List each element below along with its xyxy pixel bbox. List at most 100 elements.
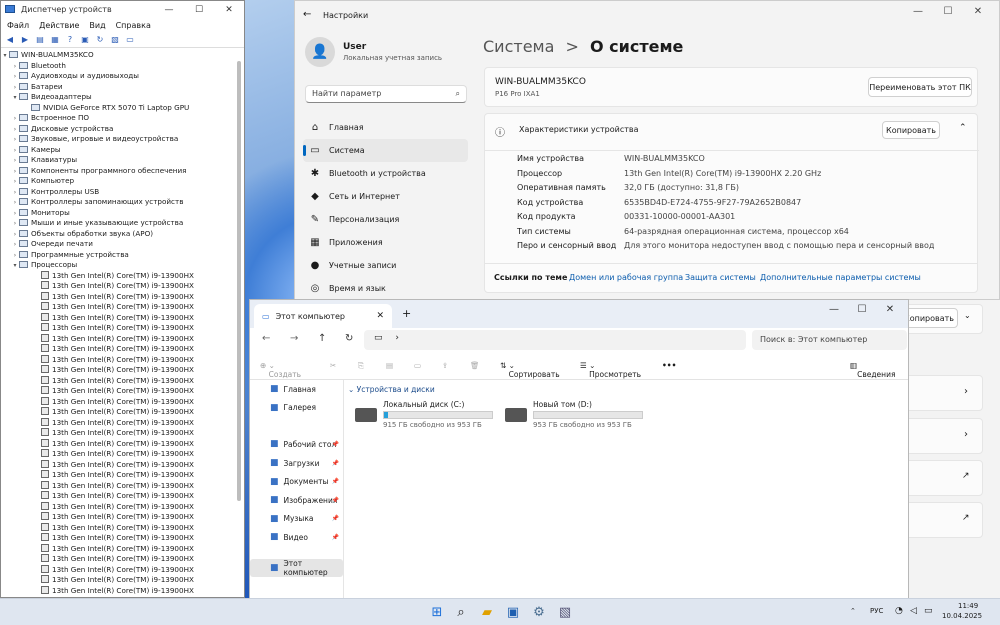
processor-item[interactable]: 13th Gen Intel(R) Core(TM) i9-13900HX xyxy=(1,533,236,544)
scan-icon[interactable]: ▧ xyxy=(109,34,121,45)
tree-category[interactable]: › Компоненты программного обеспечения xyxy=(1,166,236,177)
sort-button[interactable]: ⇅ Сортировать ⌄ xyxy=(500,361,560,379)
menu-action[interactable]: Действие xyxy=(39,21,79,30)
paste-icon[interactable]: ▤ xyxy=(386,361,393,370)
explorer-search-input[interactable]: Поиск в: Этот компьютер xyxy=(752,330,907,350)
tree-category[interactable]: ▾ Процессоры xyxy=(1,260,236,271)
processor-item[interactable]: 13th Gen Intel(R) Core(TM) i9-13900HX xyxy=(1,480,236,492)
chevron-down-icon[interactable]: ⌄ xyxy=(964,311,971,320)
tree-category[interactable]: › Дисковые устройства xyxy=(1,124,236,135)
minimize-button[interactable]: — xyxy=(820,300,848,318)
processor-item[interactable]: 13th Gen Intel(R) Core(TM) i9-13900HX xyxy=(1,501,236,513)
view-button[interactable]: ☰ Просмотреть ⌄ xyxy=(580,361,641,379)
more-button[interactable]: ••• xyxy=(662,361,676,370)
nav-item-3[interactable]: ◆ Сеть и Интернет xyxy=(303,185,468,208)
tree-category[interactable]: › Компьютер xyxy=(1,176,236,187)
forward-icon[interactable]: ▶ xyxy=(19,34,31,45)
processor-item[interactable]: 13th Gen Intel(R) Core(TM) i9-13900HX xyxy=(1,270,236,282)
processor-item[interactable]: 13th Gen Intel(R) Core(TM) i9-13900HX xyxy=(1,407,236,418)
help-icon[interactable]: ? xyxy=(64,34,76,45)
menu-view[interactable]: Вид xyxy=(89,21,105,30)
properties-icon[interactable]: ▤ xyxy=(34,34,46,45)
tree-category[interactable]: › Bluetooth xyxy=(1,61,236,72)
minimize-button[interactable]: — xyxy=(154,1,184,18)
link-system-protection[interactable]: Защита системы xyxy=(685,273,756,282)
nav-item-6[interactable]: ● Учетные записи xyxy=(303,254,468,277)
tree-category[interactable]: › Программные устройства xyxy=(1,250,236,261)
battery-icon[interactable]: ▭ xyxy=(924,606,933,616)
chevron-up-icon[interactable]: ⌃ xyxy=(959,123,967,133)
address-input[interactable]: ▭ › xyxy=(364,330,746,350)
maximize-button[interactable]: ☐ xyxy=(848,300,876,318)
close-button[interactable]: ✕ xyxy=(963,1,993,21)
copy-specs-button[interactable]: Копировать xyxy=(882,121,940,139)
sidebar-item[interactable]: ■ Изображения 📌 xyxy=(250,491,343,510)
details-icon[interactable]: ▣ xyxy=(79,34,91,45)
back-icon[interactable]: ◀ xyxy=(4,34,16,45)
processor-item[interactable]: 13th Gen Intel(R) Core(TM) i9-13900HX xyxy=(1,386,236,397)
search-icon[interactable]: ⌕ xyxy=(452,603,470,621)
drive-item[interactable]: Новый том (D:) 953 ГБ свободно из 953 ГБ xyxy=(505,400,643,429)
external-link-icon[interactable]: ↗ xyxy=(962,471,970,481)
sidebar-item[interactable]: ■ Галерея xyxy=(250,399,343,418)
link-advanced-settings[interactable]: Дополнительные параметры системы xyxy=(760,273,921,282)
processor-item[interactable]: 13th Gen Intel(R) Core(TM) i9-13900HX xyxy=(1,512,236,523)
processor-item[interactable]: 13th Gen Intel(R) Core(TM) i9-13900HX xyxy=(1,333,236,345)
link-domain[interactable]: Домен или рабочая группа xyxy=(569,273,683,282)
sidebar-item[interactable]: ■ Загрузки 📌 xyxy=(250,454,343,473)
tree-category[interactable]: › Встроенное ПО xyxy=(1,113,236,124)
processor-item[interactable]: 13th Gen Intel(R) Core(TM) i9-13900HX xyxy=(1,459,236,471)
details-button[interactable]: ▥ Сведения xyxy=(850,361,895,379)
processor-item[interactable]: 13th Gen Intel(R) Core(TM) i9-13900HX xyxy=(1,449,236,460)
external-link-icon[interactable]: ↗ xyxy=(962,513,970,523)
close-button[interactable]: ✕ xyxy=(876,300,904,318)
create-button[interactable]: ⊕ Создать ⌄ xyxy=(260,361,301,379)
processor-item[interactable]: 13th Gen Intel(R) Core(TM) i9-13900HX xyxy=(1,312,236,324)
tree-category[interactable]: ▾ Видеоадаптеры xyxy=(1,92,236,103)
close-tab-icon[interactable]: ✕ xyxy=(376,311,384,321)
processor-item[interactable]: 13th Gen Intel(R) Core(TM) i9-13900HX xyxy=(1,491,236,502)
sidebar-item[interactable]: ■ Главная xyxy=(250,380,343,399)
user-card[interactable]: 👤 User Локальная учетная запись xyxy=(305,37,442,67)
processor-item[interactable]: 13th Gen Intel(R) Core(TM) i9-13900HX xyxy=(1,564,236,576)
nav-item-1[interactable]: ▭ Система xyxy=(303,139,468,162)
tree-category[interactable]: › Контроллеры запоминающих устройств xyxy=(1,197,236,208)
pin-icon[interactable]: 📌 xyxy=(332,497,339,504)
pin-icon[interactable]: 📌 xyxy=(332,460,339,467)
dm-scrollbar[interactable] xyxy=(237,61,241,501)
share-icon[interactable]: ⇪ xyxy=(442,361,448,370)
monitor-icon[interactable]: ▭ xyxy=(124,34,136,45)
sidebar-item[interactable]: ■ Этот компьютер xyxy=(250,558,343,578)
back-icon[interactable]: ← xyxy=(262,333,270,344)
forward-icon[interactable]: → xyxy=(290,333,298,344)
start-icon[interactable]: ⊞ xyxy=(428,603,446,621)
tree-category[interactable]: › Камеры xyxy=(1,145,236,156)
settings-icon[interactable]: ⚙ xyxy=(530,603,548,621)
clock-date[interactable]: 10.04.2025 xyxy=(942,612,982,620)
processor-item[interactable]: 13th Gen Intel(R) Core(TM) i9-13900HX xyxy=(1,417,236,429)
processor-item[interactable]: 13th Gen Intel(R) Core(TM) i9-13900HX xyxy=(1,470,236,481)
maximize-button[interactable]: ☐ xyxy=(184,1,214,18)
processor-item[interactable]: 13th Gen Intel(R) Core(TM) i9-13900HX xyxy=(1,428,236,439)
processor-item[interactable]: 13th Gen Intel(R) Core(TM) i9-13900HX xyxy=(1,554,236,565)
language-indicator[interactable]: РУС xyxy=(870,607,883,615)
tree-category[interactable]: › Объекты обработки звука (APO) xyxy=(1,229,236,240)
processor-item[interactable]: 13th Gen Intel(R) Core(TM) i9-13900HX xyxy=(1,281,236,292)
new-tab-button[interactable]: + xyxy=(402,307,411,320)
processor-item[interactable]: 13th Gen Intel(R) Core(TM) i9-13900HX xyxy=(1,323,236,334)
pin-icon[interactable]: 📌 xyxy=(332,478,339,485)
tree-category[interactable]: › Мониторы xyxy=(1,208,236,219)
processor-item[interactable]: 13th Gen Intel(R) Core(TM) i9-13900HX xyxy=(1,396,236,408)
processor-item[interactable]: 13th Gen Intel(R) Core(TM) i9-13900HX xyxy=(1,575,236,586)
drive-item[interactable]: Локальный диск (C:) 915 ГБ свободно из 95… xyxy=(355,400,493,429)
rename-icon[interactable]: ▭ xyxy=(414,361,421,370)
processor-item[interactable]: 13th Gen Intel(R) Core(TM) i9-13900HX xyxy=(1,365,236,376)
nav-item-4[interactable]: ✎ Персонализация xyxy=(303,208,468,231)
list-icon[interactable]: ▦ xyxy=(49,34,61,45)
menu-help[interactable]: Справка xyxy=(116,21,151,30)
nav-item-5[interactable]: ▦ Приложения xyxy=(303,231,468,254)
tree-category[interactable]: › Клавиатуры xyxy=(1,155,236,166)
tree-category[interactable]: › Мыши и иные указывающие устройства xyxy=(1,218,236,229)
back-icon[interactable]: ← xyxy=(303,9,311,20)
nav-item-2[interactable]: ✱ Bluetooth и устройства xyxy=(303,162,468,185)
